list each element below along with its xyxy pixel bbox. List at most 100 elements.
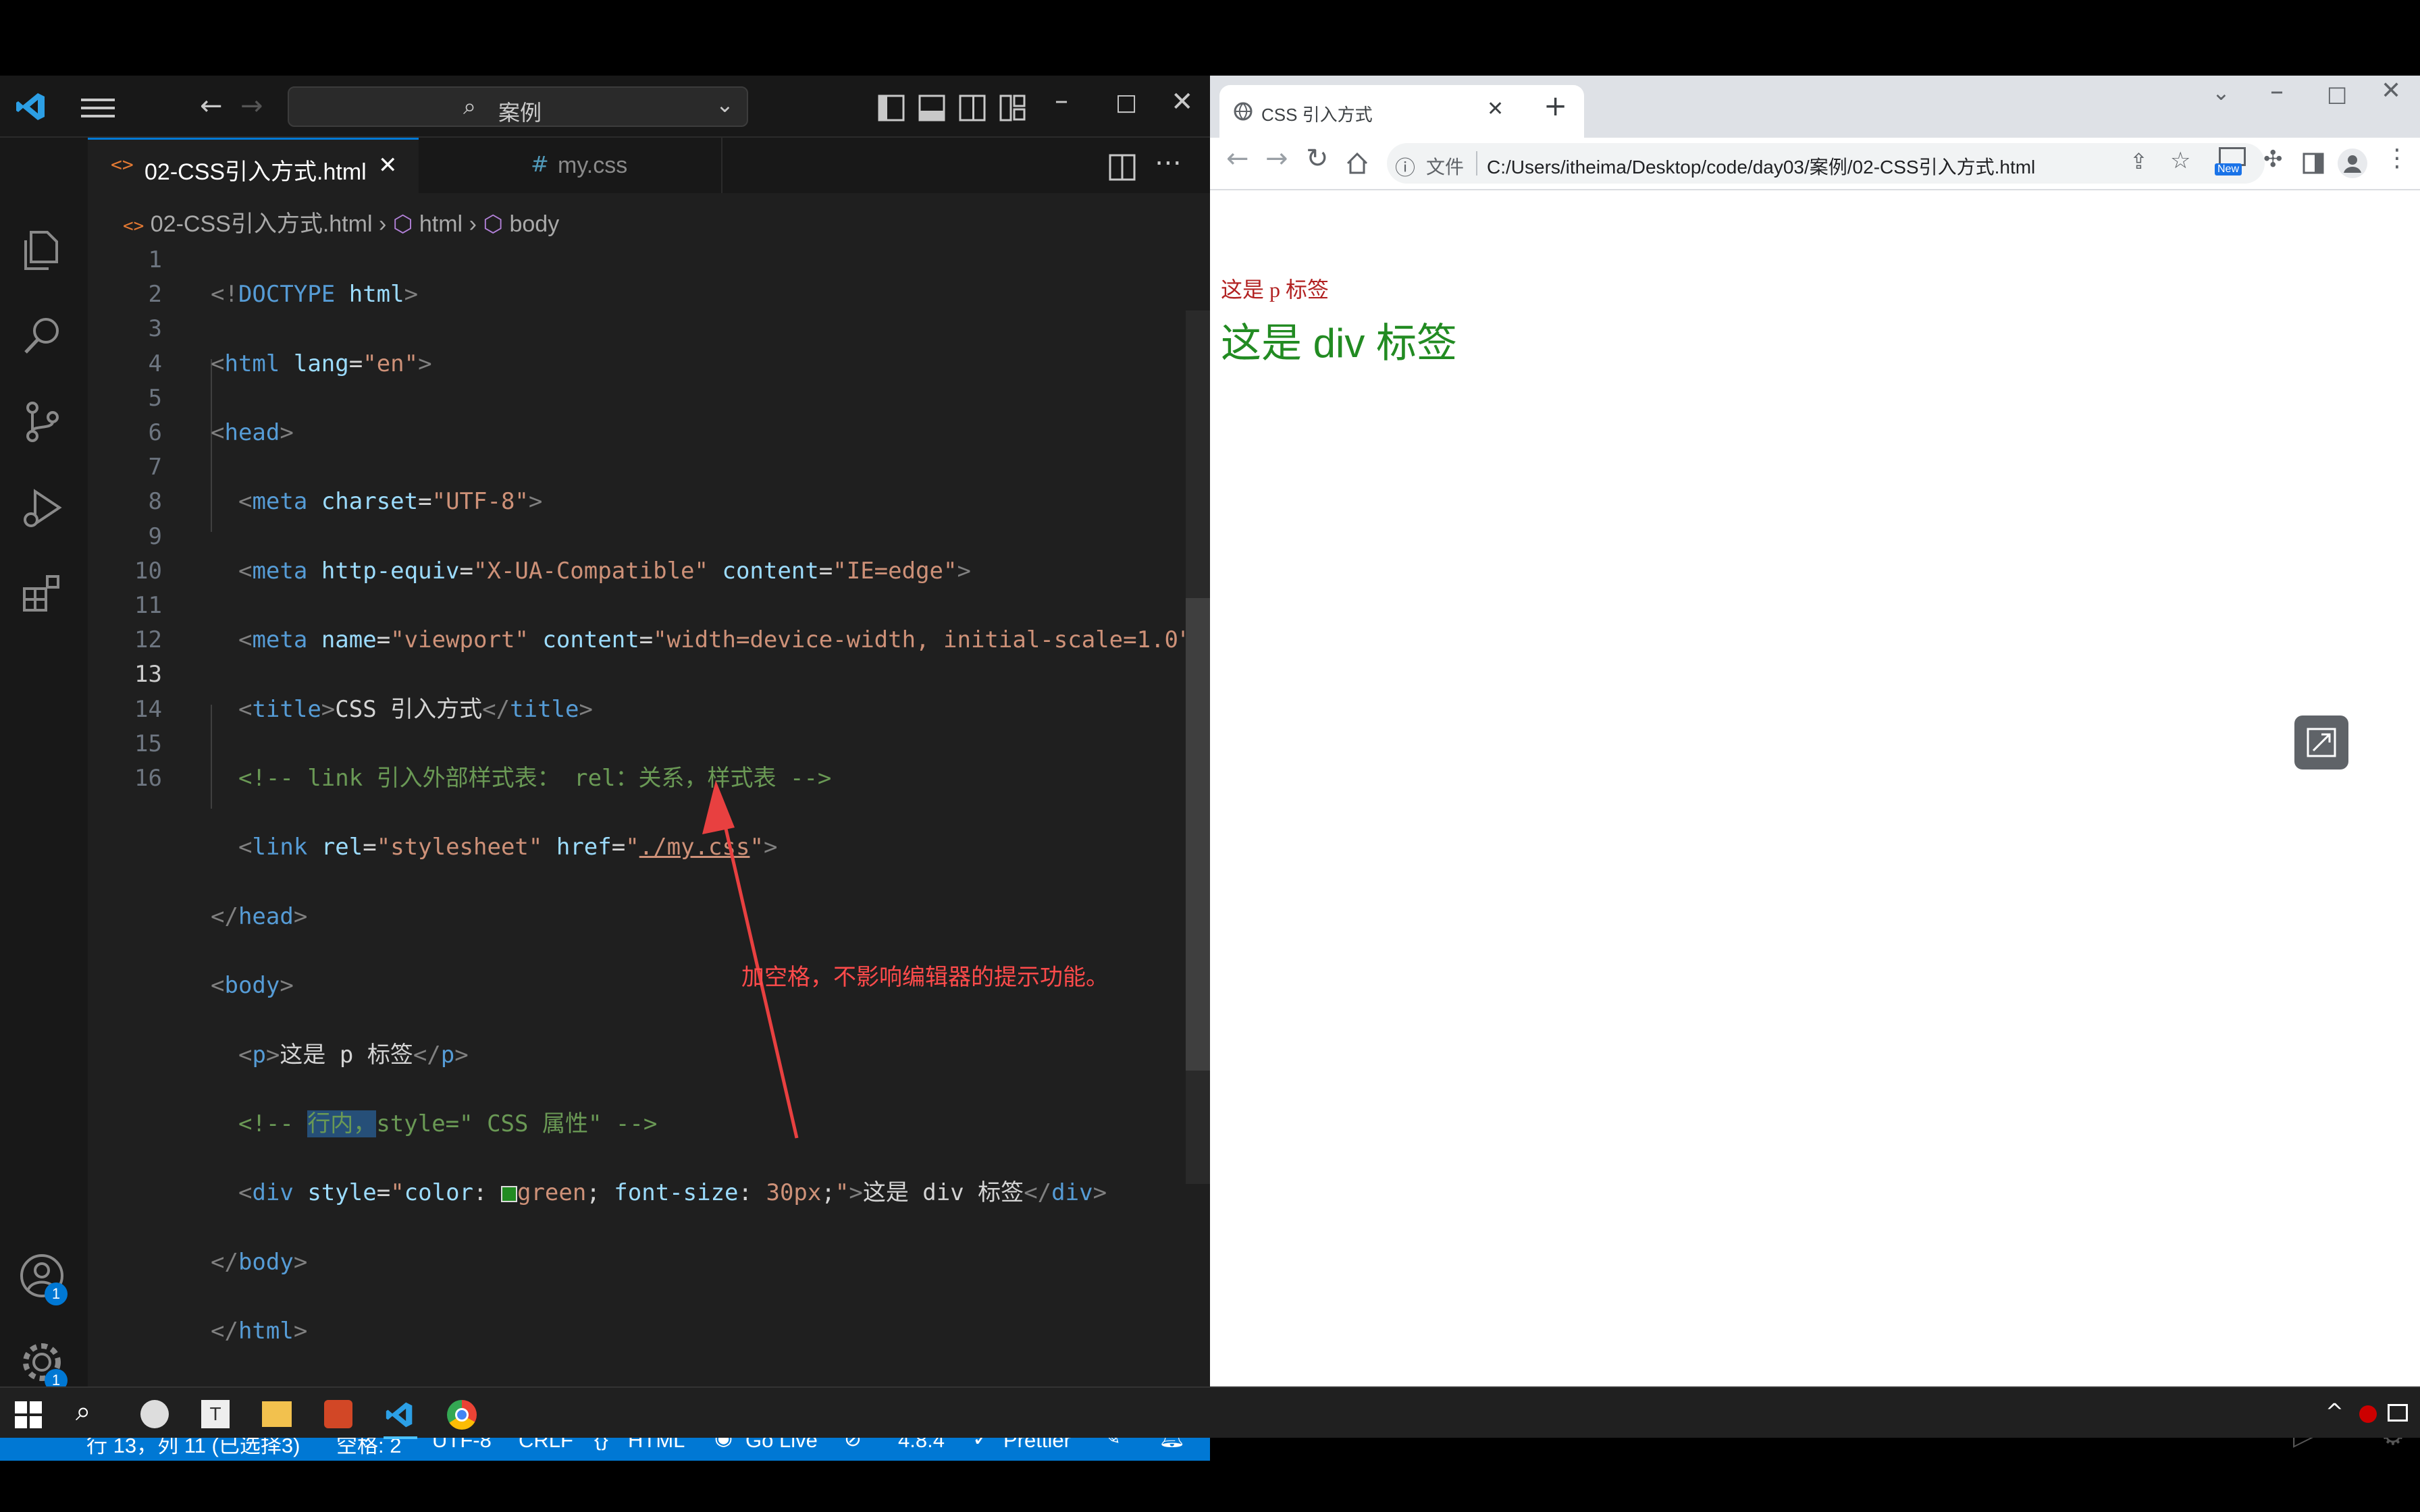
code-line: </html> bbox=[211, 1318, 308, 1345]
tab-my-css[interactable]: # my.css bbox=[419, 138, 722, 193]
windows-taskbar: ⌕ T ^ bbox=[0, 1386, 2420, 1439]
line-number: 9 bbox=[148, 522, 162, 550]
line-number: 5 bbox=[148, 384, 162, 412]
powerpoint-app-icon[interactable] bbox=[324, 1400, 352, 1428]
scrollbar-thumb[interactable] bbox=[1186, 598, 1210, 1071]
chevron-down-icon[interactable]: ⌄ bbox=[716, 92, 734, 117]
line-number: 16 bbox=[134, 765, 162, 792]
reload-icon[interactable]: ↻ bbox=[1306, 143, 1329, 174]
file-explorer-icon[interactable] bbox=[262, 1401, 292, 1427]
side-panel-icon[interactable] bbox=[2303, 153, 2324, 174]
active-indicator bbox=[384, 1436, 417, 1439]
profile-avatar[interactable] bbox=[2338, 148, 2367, 178]
maximize-icon[interactable]: □ bbox=[2327, 81, 2347, 107]
tab-active[interactable]: <> 02-CSS引入方式.html ✕ bbox=[88, 138, 419, 193]
code-line: <!DOCTYPE html> bbox=[211, 281, 419, 308]
editor-tabs: <> 02-CSS引入方式.html ✕ # my.css ⋯ bbox=[88, 138, 1210, 193]
css-file-icon: # bbox=[531, 151, 549, 177]
vscode-logo-icon bbox=[16, 93, 45, 120]
forward-arrow-icon[interactable]: → bbox=[1265, 143, 1288, 174]
search-sidebar-icon[interactable] bbox=[22, 315, 63, 356]
line-number: 4 bbox=[148, 350, 162, 377]
tab-search-icon[interactable]: ⌄ bbox=[2212, 80, 2230, 105]
extensions-puzzle-icon[interactable]: ✣ bbox=[2263, 146, 2283, 173]
run-debug-icon[interactable] bbox=[22, 487, 63, 529]
maximize-icon[interactable]: □ bbox=[1115, 89, 1137, 116]
explorer-icon[interactable] bbox=[22, 230, 63, 271]
info-icon[interactable]: ⓘ bbox=[1395, 151, 1415, 181]
menu-dots-icon[interactable]: ⋮ bbox=[2385, 144, 2409, 172]
chrome-window: CSS 引入方式 ✕ + ⌄ – □ ✕ ← → ↻ ⓘ 文件 C:/Users… bbox=[1210, 76, 2420, 1451]
vscode-window: ← → ⌕ 案例 ⌄ – □ ✕ 1 1 <> 02-CSS引入方式.html … bbox=[0, 76, 1210, 1461]
tray-display-icon[interactable] bbox=[2388, 1404, 2408, 1422]
new-extension-icon[interactable]: New bbox=[2215, 147, 2250, 178]
source-control-icon[interactable] bbox=[22, 401, 63, 443]
chevron-right-icon: › bbox=[378, 211, 393, 237]
minimize-icon[interactable]: – bbox=[2270, 76, 2284, 107]
command-center-search[interactable]: ⌕ 案例 ⌄ bbox=[288, 86, 748, 127]
chevron-right-icon: › bbox=[469, 211, 483, 237]
obs-app-icon[interactable] bbox=[140, 1400, 169, 1428]
line-number: 7 bbox=[148, 454, 162, 481]
share-icon[interactable]: ⇪ bbox=[2130, 148, 2148, 174]
breadcrumb-file[interactable]: 02-CSS引入方式.html bbox=[151, 211, 373, 237]
windows-start-icon[interactable] bbox=[15, 1401, 42, 1428]
forward-arrow-icon[interactable]: → bbox=[240, 90, 263, 122]
home-icon[interactable] bbox=[1345, 151, 1369, 176]
close-tab-icon[interactable]: ✕ bbox=[1487, 97, 1504, 121]
line-number: 14 bbox=[134, 695, 162, 723]
line-number: 8 bbox=[148, 488, 162, 516]
split-editor-icon[interactable] bbox=[1109, 154, 1136, 181]
new-tab-button[interactable]: + bbox=[1544, 89, 1567, 122]
toggle-secondary-sidebar-icon[interactable] bbox=[959, 94, 986, 122]
code-line: <title>CSS 引入方式</title> bbox=[238, 695, 593, 723]
bookmark-star-icon[interactable]: ☆ bbox=[2170, 147, 2190, 174]
back-arrow-icon[interactable]: ← bbox=[200, 90, 223, 122]
tab-label: my.css bbox=[558, 153, 628, 178]
breadcrumb-body[interactable]: body bbox=[509, 211, 559, 237]
minimize-icon[interactable]: – bbox=[1055, 85, 1068, 116]
typora-app-icon[interactable]: T bbox=[201, 1400, 230, 1428]
code-line: <meta name="viewport" content="width=dev… bbox=[238, 626, 1206, 654]
url-text[interactable]: C:/Users/itheima/Desktop/code/day03/案例/0… bbox=[1487, 153, 2035, 180]
toggle-sidebar-icon[interactable] bbox=[878, 94, 905, 122]
line-number: 1 bbox=[148, 246, 162, 273]
code-line: <div style="color: green; font-size: 30p… bbox=[238, 1179, 1107, 1207]
line-number: 6 bbox=[148, 419, 162, 447]
back-arrow-icon[interactable]: ← bbox=[1226, 143, 1249, 174]
color-swatch[interactable] bbox=[500, 1185, 517, 1202]
close-window-icon[interactable]: ✕ bbox=[1171, 86, 1194, 117]
divider bbox=[1476, 151, 1477, 176]
code-line: <head> bbox=[211, 419, 294, 447]
tab-label: 02-CSS引入方式.html bbox=[144, 159, 367, 185]
tray-chevron-up-icon[interactable]: ^ bbox=[2325, 1399, 2344, 1424]
page-viewport: 这是 p 标签 这是 div 标签 ▷ ⚙ bbox=[1210, 192, 2420, 1451]
extensions-icon[interactable] bbox=[22, 572, 63, 614]
breadcrumb-html[interactable]: html bbox=[419, 211, 463, 237]
vscode-app-icon[interactable] bbox=[385, 1400, 415, 1430]
code-line: <meta http-equiv="X-UA-Compatible" conte… bbox=[238, 557, 971, 585]
expand-icon bbox=[2307, 728, 2336, 757]
search-icon[interactable]: ⌕ bbox=[76, 1396, 90, 1427]
line-number: 2 bbox=[148, 281, 162, 308]
tab-title: CSS 引入方式 bbox=[1261, 105, 1373, 125]
line-number: 15 bbox=[134, 730, 162, 757]
tray-app-icon[interactable] bbox=[2359, 1405, 2377, 1423]
search-label: 案例 bbox=[498, 101, 542, 125]
more-actions-icon[interactable]: ⋯ bbox=[1155, 147, 1182, 178]
address-bar[interactable]: ⓘ 文件 C:/Users/itheima/Desktop/code/day03… bbox=[1387, 143, 2265, 184]
toggle-panel-icon[interactable] bbox=[918, 94, 945, 122]
globe-icon bbox=[1234, 102, 1253, 121]
line-number: 3 bbox=[148, 315, 162, 343]
close-window-icon[interactable]: ✕ bbox=[2381, 77, 2401, 105]
customize-layout-icon[interactable] bbox=[999, 94, 1026, 122]
chrome-tabstrip: CSS 引入方式 ✕ + ⌄ – □ ✕ bbox=[1210, 76, 2420, 138]
floating-capture-button[interactable] bbox=[2294, 716, 2348, 770]
close-tab-icon[interactable]: ✕ bbox=[378, 152, 398, 179]
annotation-text: 加空格，不影响编辑器的提示功能。 bbox=[741, 965, 1109, 990]
line-number: 12 bbox=[134, 626, 162, 654]
chrome-app-icon[interactable] bbox=[447, 1400, 477, 1430]
div-tag-text: 这是 div 标签 bbox=[1221, 321, 1458, 366]
menu-icon[interactable] bbox=[81, 96, 115, 120]
browser-tab[interactable]: CSS 引入方式 ✕ bbox=[1219, 85, 1584, 138]
